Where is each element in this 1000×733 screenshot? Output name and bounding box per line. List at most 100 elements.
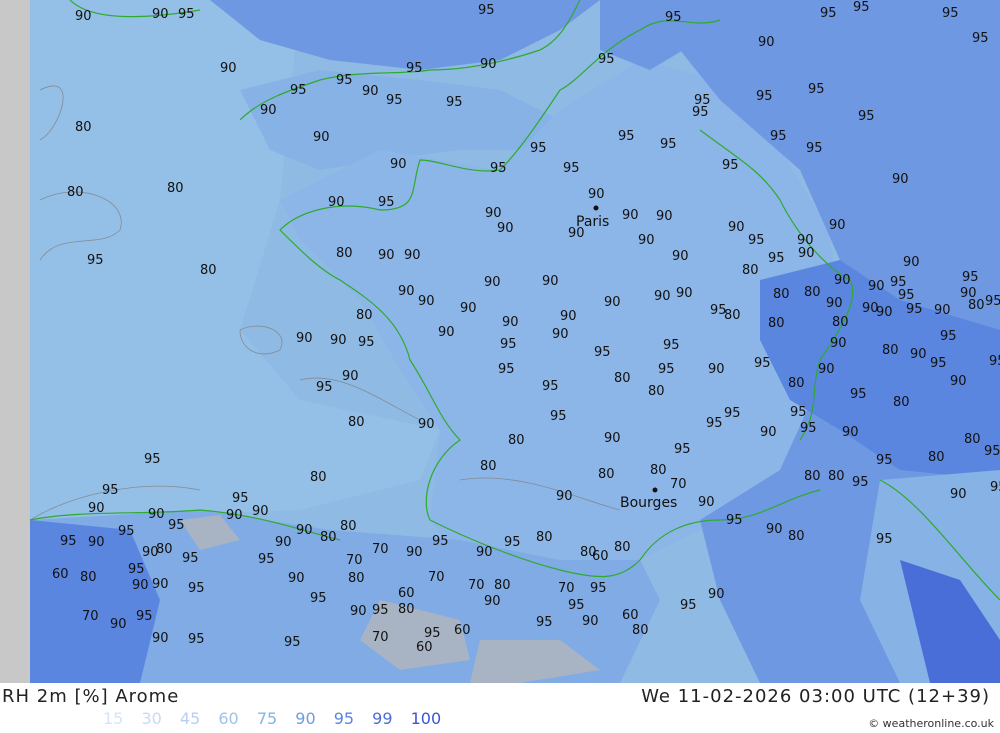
rh-value-label: 90 [960, 286, 977, 301]
rh-value-label: 80 [480, 459, 497, 474]
legend-item: 30 [141, 709, 162, 728]
rh-value-label: 95 [985, 294, 1000, 309]
rh-value-label: 95 [144, 452, 161, 467]
rh-value-label: 95 [258, 552, 275, 567]
rh-value-label: 95 [876, 532, 893, 547]
rh-value-label: 90 [708, 587, 725, 602]
rh-value-label: 95 [674, 442, 691, 457]
rh-value-label: 95 [754, 356, 771, 371]
rh-value-label: 60 [52, 567, 69, 582]
rh-value-label: 90 [418, 417, 435, 432]
rh-value-label: 90 [296, 331, 313, 346]
rh-value-label: 95 [984, 444, 1000, 459]
rh-value-label: 95 [940, 329, 957, 344]
rh-value-label: 95 [500, 337, 517, 352]
rh-value-label: 90 [342, 369, 359, 384]
rh-value-label: 95 [182, 551, 199, 566]
rh-value-label: 80 [340, 519, 357, 534]
rh-value-label: 90 [903, 255, 920, 270]
rh-value-label: 90 [672, 249, 689, 264]
rh-value-label: 95 [665, 10, 682, 25]
city-label-paris: Paris [576, 214, 609, 230]
rh-value-label: 95 [550, 409, 567, 424]
rh-value-label: 90 [418, 294, 435, 309]
rh-value-label: 80 [650, 463, 667, 478]
credit-link[interactable]: © weatheronline.co.uk [868, 717, 994, 730]
rh-value-label: 95 [790, 405, 807, 420]
rh-value-label: 95 [284, 635, 301, 650]
rh-value-label: 70 [468, 578, 485, 593]
rh-value-label: 90 [148, 507, 165, 522]
rh-value-label: 80 [336, 246, 353, 261]
legend-item: 75 [256, 709, 278, 728]
rh-value-label: 90 [542, 274, 559, 289]
rh-value-label: 80 [828, 469, 845, 484]
legend-item: 45 [179, 709, 201, 728]
rh-value-label: 90 [560, 309, 577, 324]
bourges-marker [652, 487, 658, 493]
rh-value-label: 80 [773, 287, 790, 302]
rh-value-label: 95 [942, 6, 959, 21]
rh-value-label: 95 [756, 89, 773, 104]
rh-value-label: 80 [80, 570, 97, 585]
rh-value-label: 95 [660, 137, 677, 152]
rh-value-label: 90 [582, 614, 599, 629]
rh-value-label: 90 [406, 545, 423, 560]
rh-value-label: 80 [788, 376, 805, 391]
rh-value-label: 95 [726, 513, 743, 528]
legend-item: 60 [218, 709, 239, 728]
rh-value-label: 95 [490, 161, 507, 176]
rh-value-label: 95 [232, 491, 249, 506]
rh-value-label: 95 [358, 335, 375, 350]
rh-value-label: 95 [290, 83, 307, 98]
rh-value-label: 95 [852, 475, 869, 490]
rh-value-label: 80 [398, 602, 415, 617]
rh-value-label: 95 [706, 416, 723, 431]
rh-value-label: 95 [310, 591, 327, 606]
rh-value-label: 95 [432, 534, 449, 549]
rh-value-label: 70 [670, 477, 687, 492]
rh-value-label: 90 [404, 248, 421, 263]
rh-value-label: 90 [834, 273, 851, 288]
rh-value-label: 95 [530, 141, 547, 156]
rh-value-label: 95 [446, 95, 463, 110]
rh-value-label: 90 [313, 130, 330, 145]
rh-value-label: 90 [350, 604, 367, 619]
rh-value-label: 95 [128, 562, 145, 577]
rh-value-label: 90 [152, 631, 169, 646]
rh-value-label: 90 [862, 301, 879, 316]
rh-value-label: 90 [868, 279, 885, 294]
rh-value-label: 70 [428, 570, 445, 585]
legend-item: 95 [333, 709, 355, 728]
rh-value-label: 95 [770, 129, 787, 144]
rh-value-label: 90 [656, 209, 673, 224]
rh-value-label: 95 [692, 105, 709, 120]
rh-value-label: 90 [552, 327, 569, 342]
rh-value-label: 90 [220, 61, 237, 76]
rh-value-label: 90 [760, 425, 777, 440]
rh-value-label: 90 [728, 220, 745, 235]
rh-value-label: 90 [950, 487, 967, 502]
rh-value-label: 80 [598, 467, 615, 482]
rh-value-label: 95 [316, 380, 333, 395]
rh-value-label: 80 [614, 540, 631, 555]
rh-value-label: 95 [858, 109, 875, 124]
rh-value-label: 90 [252, 504, 269, 519]
rh-value-label: 95 [722, 158, 739, 173]
rh-value-label: 90 [132, 578, 149, 593]
rh-value-label: 90 [480, 57, 497, 72]
rh-value-label: 95 [102, 483, 119, 498]
rh-value-label: 80 [648, 384, 665, 399]
rh-value-label: 90 [142, 545, 159, 560]
rh-value-label: 90 [502, 315, 519, 330]
rh-value-label: 95 [372, 603, 389, 618]
rh-value-label: 90 [328, 195, 345, 210]
rh-value-label: 90 [484, 275, 501, 290]
footer-bar: RH 2m [%] Arome We 11-02-2026 03:00 UTC … [0, 683, 1000, 733]
rh-value-label: 95 [972, 31, 989, 46]
rh-value-label: 90 [604, 295, 621, 310]
rh-value-label: 95 [680, 598, 697, 613]
rh-value-label: 95 [498, 362, 515, 377]
rh-value-label: 95 [898, 288, 915, 303]
rh-value-label: 90 [110, 617, 127, 632]
